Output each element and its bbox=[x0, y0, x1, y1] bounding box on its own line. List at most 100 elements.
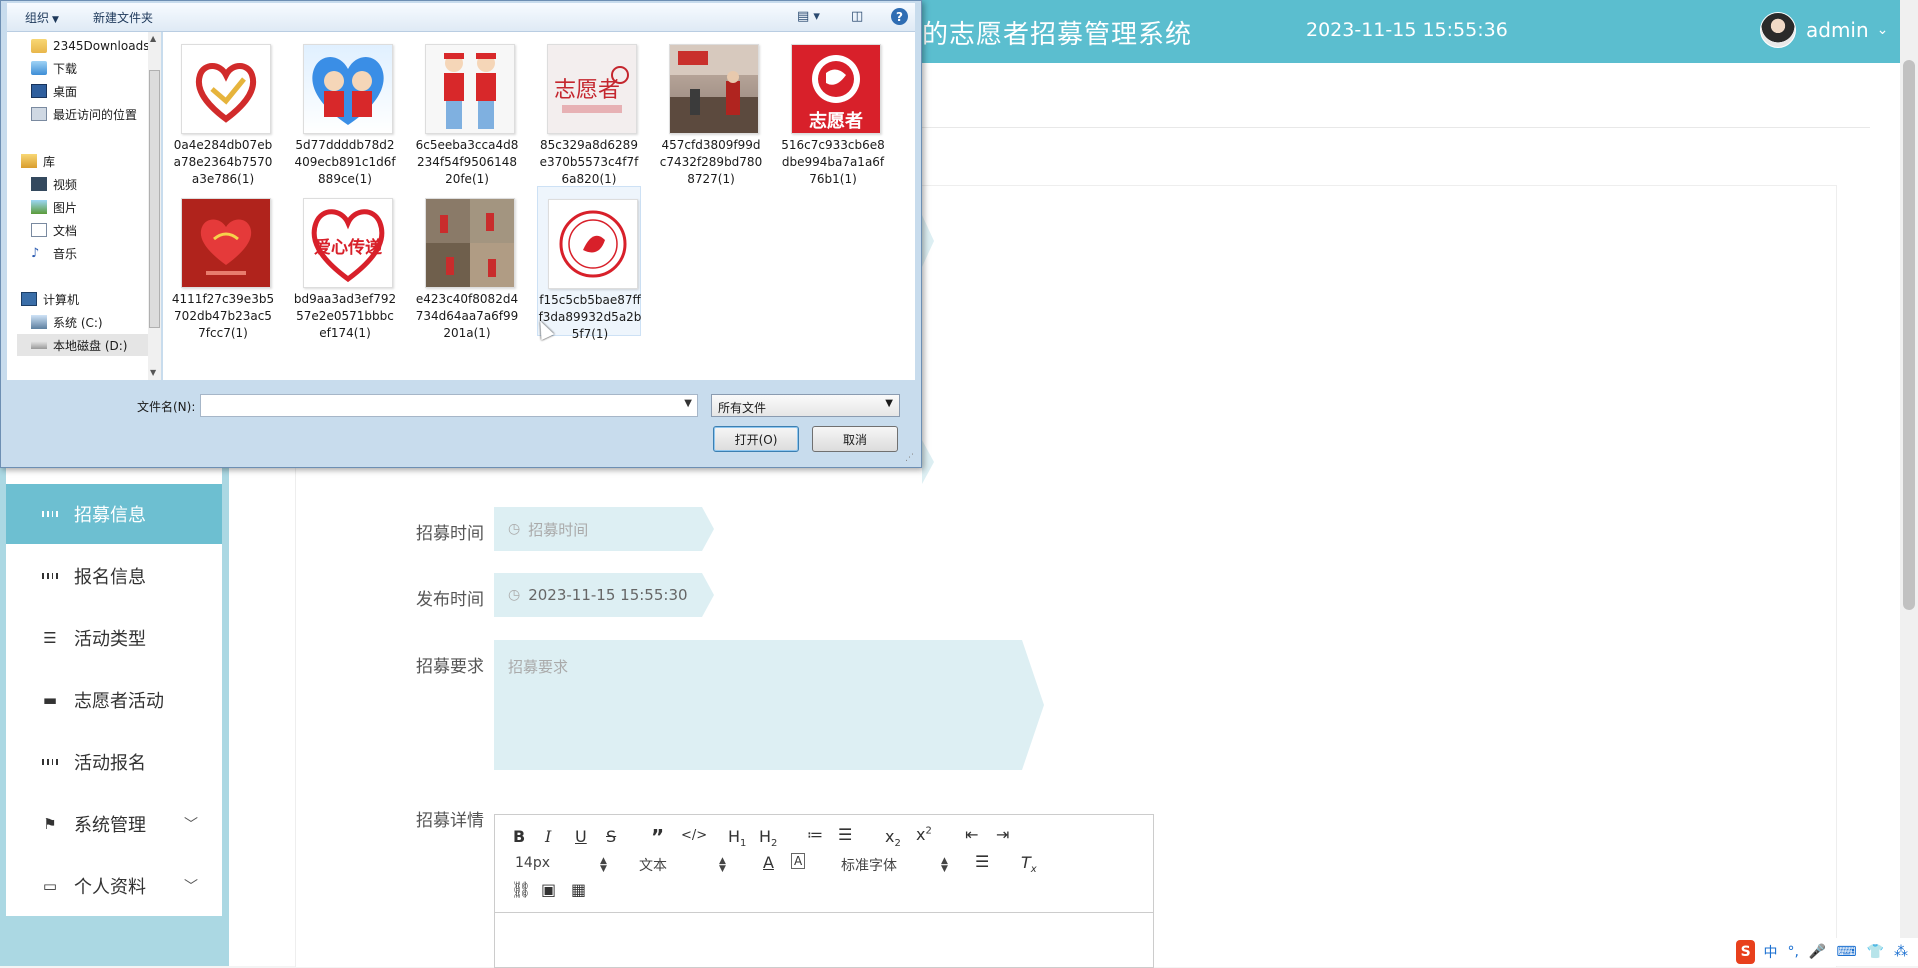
background-color-icon[interactable]: A bbox=[791, 853, 806, 869]
nav-item-downloads[interactable]: 下载 bbox=[31, 57, 77, 79]
file-item[interactable]: f15c5cb5bae87fff3da89932d5a2b5f7(1) bbox=[537, 186, 641, 341]
image-icon[interactable]: ▣ bbox=[541, 880, 556, 899]
nav-item-pictures[interactable]: 图片 bbox=[31, 196, 77, 218]
file-name: 516c7c933cb6e8dbe994ba7a1a6f76b1(1) bbox=[781, 138, 885, 186]
clear-format-icon[interactable]: Tx bbox=[1021, 853, 1037, 875]
navigation-scrollbar[interactable]: ▲ ▼ bbox=[148, 32, 161, 380]
help-icon[interactable]: ? bbox=[891, 8, 908, 25]
file-name: 4111f27c39e3b5702db47b23ac57fcc7(1) bbox=[171, 292, 275, 340]
microphone-icon[interactable]: 🎤 bbox=[1809, 944, 1826, 960]
scroll-up-icon[interactable]: ▲ bbox=[150, 34, 156, 43]
keyboard-icon[interactable]: ⌨ bbox=[1836, 944, 1856, 960]
updown-icon: ▲ ▼ bbox=[719, 856, 726, 874]
font-size-value: 14px bbox=[515, 855, 550, 871]
cancel-button[interactable]: 取消 bbox=[812, 426, 898, 452]
file-name: e423c40f8082d4734d64aa7a6f99201a(1) bbox=[415, 292, 519, 340]
page-scrollbar-thumb[interactable] bbox=[1903, 60, 1915, 610]
indent-icon[interactable]: ⇥ bbox=[996, 825, 1009, 844]
strikethrough-icon[interactable]: S bbox=[606, 827, 616, 846]
sidebar-item-label: 报名信息 bbox=[74, 567, 146, 588]
font-size-select[interactable]: 14px ▲ ▼ bbox=[515, 855, 610, 874]
updown-icon: ▲ ▼ bbox=[600, 856, 607, 874]
nav-item-libraries[interactable]: 库 bbox=[21, 150, 55, 172]
chevron-down-icon[interactable]: ▼ bbox=[684, 398, 692, 409]
italic-icon[interactable]: I bbox=[545, 827, 551, 846]
blockquote-icon[interactable]: ” bbox=[651, 825, 664, 849]
bullet-list-icon[interactable]: ☰ bbox=[838, 825, 852, 844]
current-datetime: 2023-11-15 15:55:36 bbox=[1306, 19, 1508, 41]
punctuation-icon[interactable]: °, bbox=[1787, 944, 1798, 960]
sidebar-item-profile[interactable]: ▭ 个人资料 ﹀ bbox=[6, 856, 222, 916]
recruit-time-placeholder: 招募时间 bbox=[528, 520, 589, 539]
nav-item-2345downloads[interactable]: 2345Downloads bbox=[31, 35, 149, 57]
file-item[interactable]: 5d77ddddb78d2409ecb891c1d6f889ce(1) bbox=[293, 32, 397, 186]
font-family-select[interactable]: 标准字体 ▲ ▼ bbox=[841, 855, 951, 875]
thumbnail-text: 志愿者 bbox=[809, 110, 863, 132]
nav-item-computer[interactable]: 计算机 bbox=[21, 288, 79, 310]
heading1-icon[interactable]: H1 bbox=[728, 827, 746, 849]
sidebar-item-activity-types[interactable]: ☰ 活动类型 bbox=[6, 608, 222, 668]
file-item[interactable]: 4111f27c39e3b5702db47b23ac57fcc7(1) bbox=[171, 186, 275, 340]
file-item[interactable]: 爱心传递 bd9aa3ad3ef79257e2e0571bbbcef174(1) bbox=[293, 186, 397, 340]
bold-icon[interactable]: B bbox=[513, 827, 525, 846]
align-icon[interactable]: ☰ bbox=[975, 852, 989, 871]
outdent-icon[interactable]: ⇤ bbox=[965, 825, 978, 844]
filename-input[interactable]: ▼ bbox=[200, 394, 698, 417]
view-options-icon[interactable]: ▤ ▾ bbox=[797, 9, 820, 24]
recruit-time-input[interactable]: ◷ 招募时间 bbox=[494, 507, 714, 551]
file-item[interactable]: 0a4e284db07eba78e2364b7570a3e786(1) bbox=[171, 32, 275, 186]
preview-pane-icon[interactable]: ◫ bbox=[851, 9, 863, 24]
skin-icon[interactable]: 👕 bbox=[1867, 944, 1884, 960]
font-color-icon[interactable]: A bbox=[763, 853, 774, 872]
open-button[interactable]: 打开(O) bbox=[713, 426, 799, 452]
sidebar-item-activity-signup[interactable]: 活动报名 bbox=[6, 732, 222, 792]
image-thumbnail bbox=[548, 199, 638, 289]
recent-icon bbox=[31, 107, 47, 121]
publish-time-input[interactable]: ◷ 2023-11-15 15:55:30 bbox=[494, 573, 714, 617]
nav-item-drive-d[interactable]: 本地磁盘 (D:) bbox=[17, 334, 157, 356]
filetype-select[interactable]: 所有文件 ▼ bbox=[711, 394, 900, 417]
file-item[interactable]: 志愿者 516c7c933cb6e8dbe994ba7a1a6f76b1(1) bbox=[781, 32, 885, 186]
sidebar-item-recruit-info[interactable]: 招募信息 bbox=[6, 484, 222, 544]
publish-time-value: 2023-11-15 15:55:30 bbox=[528, 586, 688, 604]
link-icon[interactable]: ⛓ bbox=[511, 880, 531, 899]
document-icon bbox=[31, 223, 47, 237]
nav-item-music[interactable]: ♪ 音乐 bbox=[31, 242, 77, 264]
subscript-icon[interactable]: x2 bbox=[885, 827, 901, 849]
apps-icon[interactable]: ⁂ bbox=[1894, 944, 1908, 960]
heading2-icon[interactable]: H2 bbox=[759, 827, 777, 849]
file-item[interactable]: 志愿者 85c329a8d6289e370b5573c4f7f6a820(1) bbox=[537, 32, 641, 186]
requirements-textarea[interactable]: 招募要求 bbox=[494, 640, 1044, 770]
sogou-logo-icon: S bbox=[1736, 940, 1756, 964]
code-icon[interactable]: </> bbox=[681, 828, 707, 843]
nav-item-drive-c[interactable]: 系统 (C:) bbox=[31, 311, 103, 333]
nav-item-recent[interactable]: 最近访问的位置 bbox=[31, 103, 137, 125]
file-item[interactable]: e423c40f8082d4734d64aa7a6f99201a(1) bbox=[415, 186, 519, 340]
file-item[interactable]: 6c5eeba3cca4d8234f54f950614820fe(1) bbox=[415, 32, 519, 186]
underline-icon[interactable]: U bbox=[575, 827, 587, 846]
organize-button[interactable]: 组织 ▼ bbox=[25, 9, 59, 26]
dialog-toolbar: 组织 ▼ 新建文件夹 ▤ ▾ ◫ ? bbox=[7, 3, 915, 32]
ime-language[interactable]: 中 bbox=[1763, 942, 1777, 962]
format-select[interactable]: 文本 ▲ ▼ bbox=[639, 855, 734, 875]
navigation-scrollbar-thumb[interactable] bbox=[149, 70, 160, 328]
nav-item-documents[interactable]: 文档 bbox=[31, 219, 77, 241]
resize-grip-icon[interactable]: ⋰ bbox=[905, 453, 914, 463]
sidebar-item-volunteer-activities[interactable]: ▬ 志愿者活动 bbox=[6, 670, 222, 730]
download-folder-icon bbox=[31, 61, 47, 75]
scroll-down-icon[interactable]: ▼ bbox=[150, 368, 156, 377]
nav-item-videos[interactable]: 视频 bbox=[31, 173, 77, 195]
image-thumbnail: 志愿者 bbox=[547, 44, 637, 134]
ordered-list-icon[interactable]: ≔ bbox=[807, 825, 823, 844]
thumbnail-text: 爱心传递 bbox=[314, 237, 382, 258]
sidebar-item-signup-info[interactable]: 报名信息 bbox=[6, 546, 222, 606]
new-folder-button[interactable]: 新建文件夹 bbox=[93, 9, 153, 26]
header-divider bbox=[920, 127, 1870, 128]
nav-item-desktop[interactable]: 桌面 bbox=[31, 80, 77, 102]
file-item[interactable]: 457cfd3809f99dc7432f289bd7808727(1) bbox=[659, 32, 763, 186]
ime-toolbar[interactable]: S 中 °, 🎤 ⌨ 👕 ⁂ bbox=[1736, 938, 1918, 966]
superscript-icon[interactable]: x2 bbox=[916, 825, 932, 844]
sidebar-item-system-management[interactable]: ⚑ 系统管理 ﹀ bbox=[6, 794, 222, 854]
video-icon[interactable]: ▦ bbox=[571, 880, 586, 899]
user-menu[interactable]: admin ⌄ bbox=[1760, 12, 1888, 48]
